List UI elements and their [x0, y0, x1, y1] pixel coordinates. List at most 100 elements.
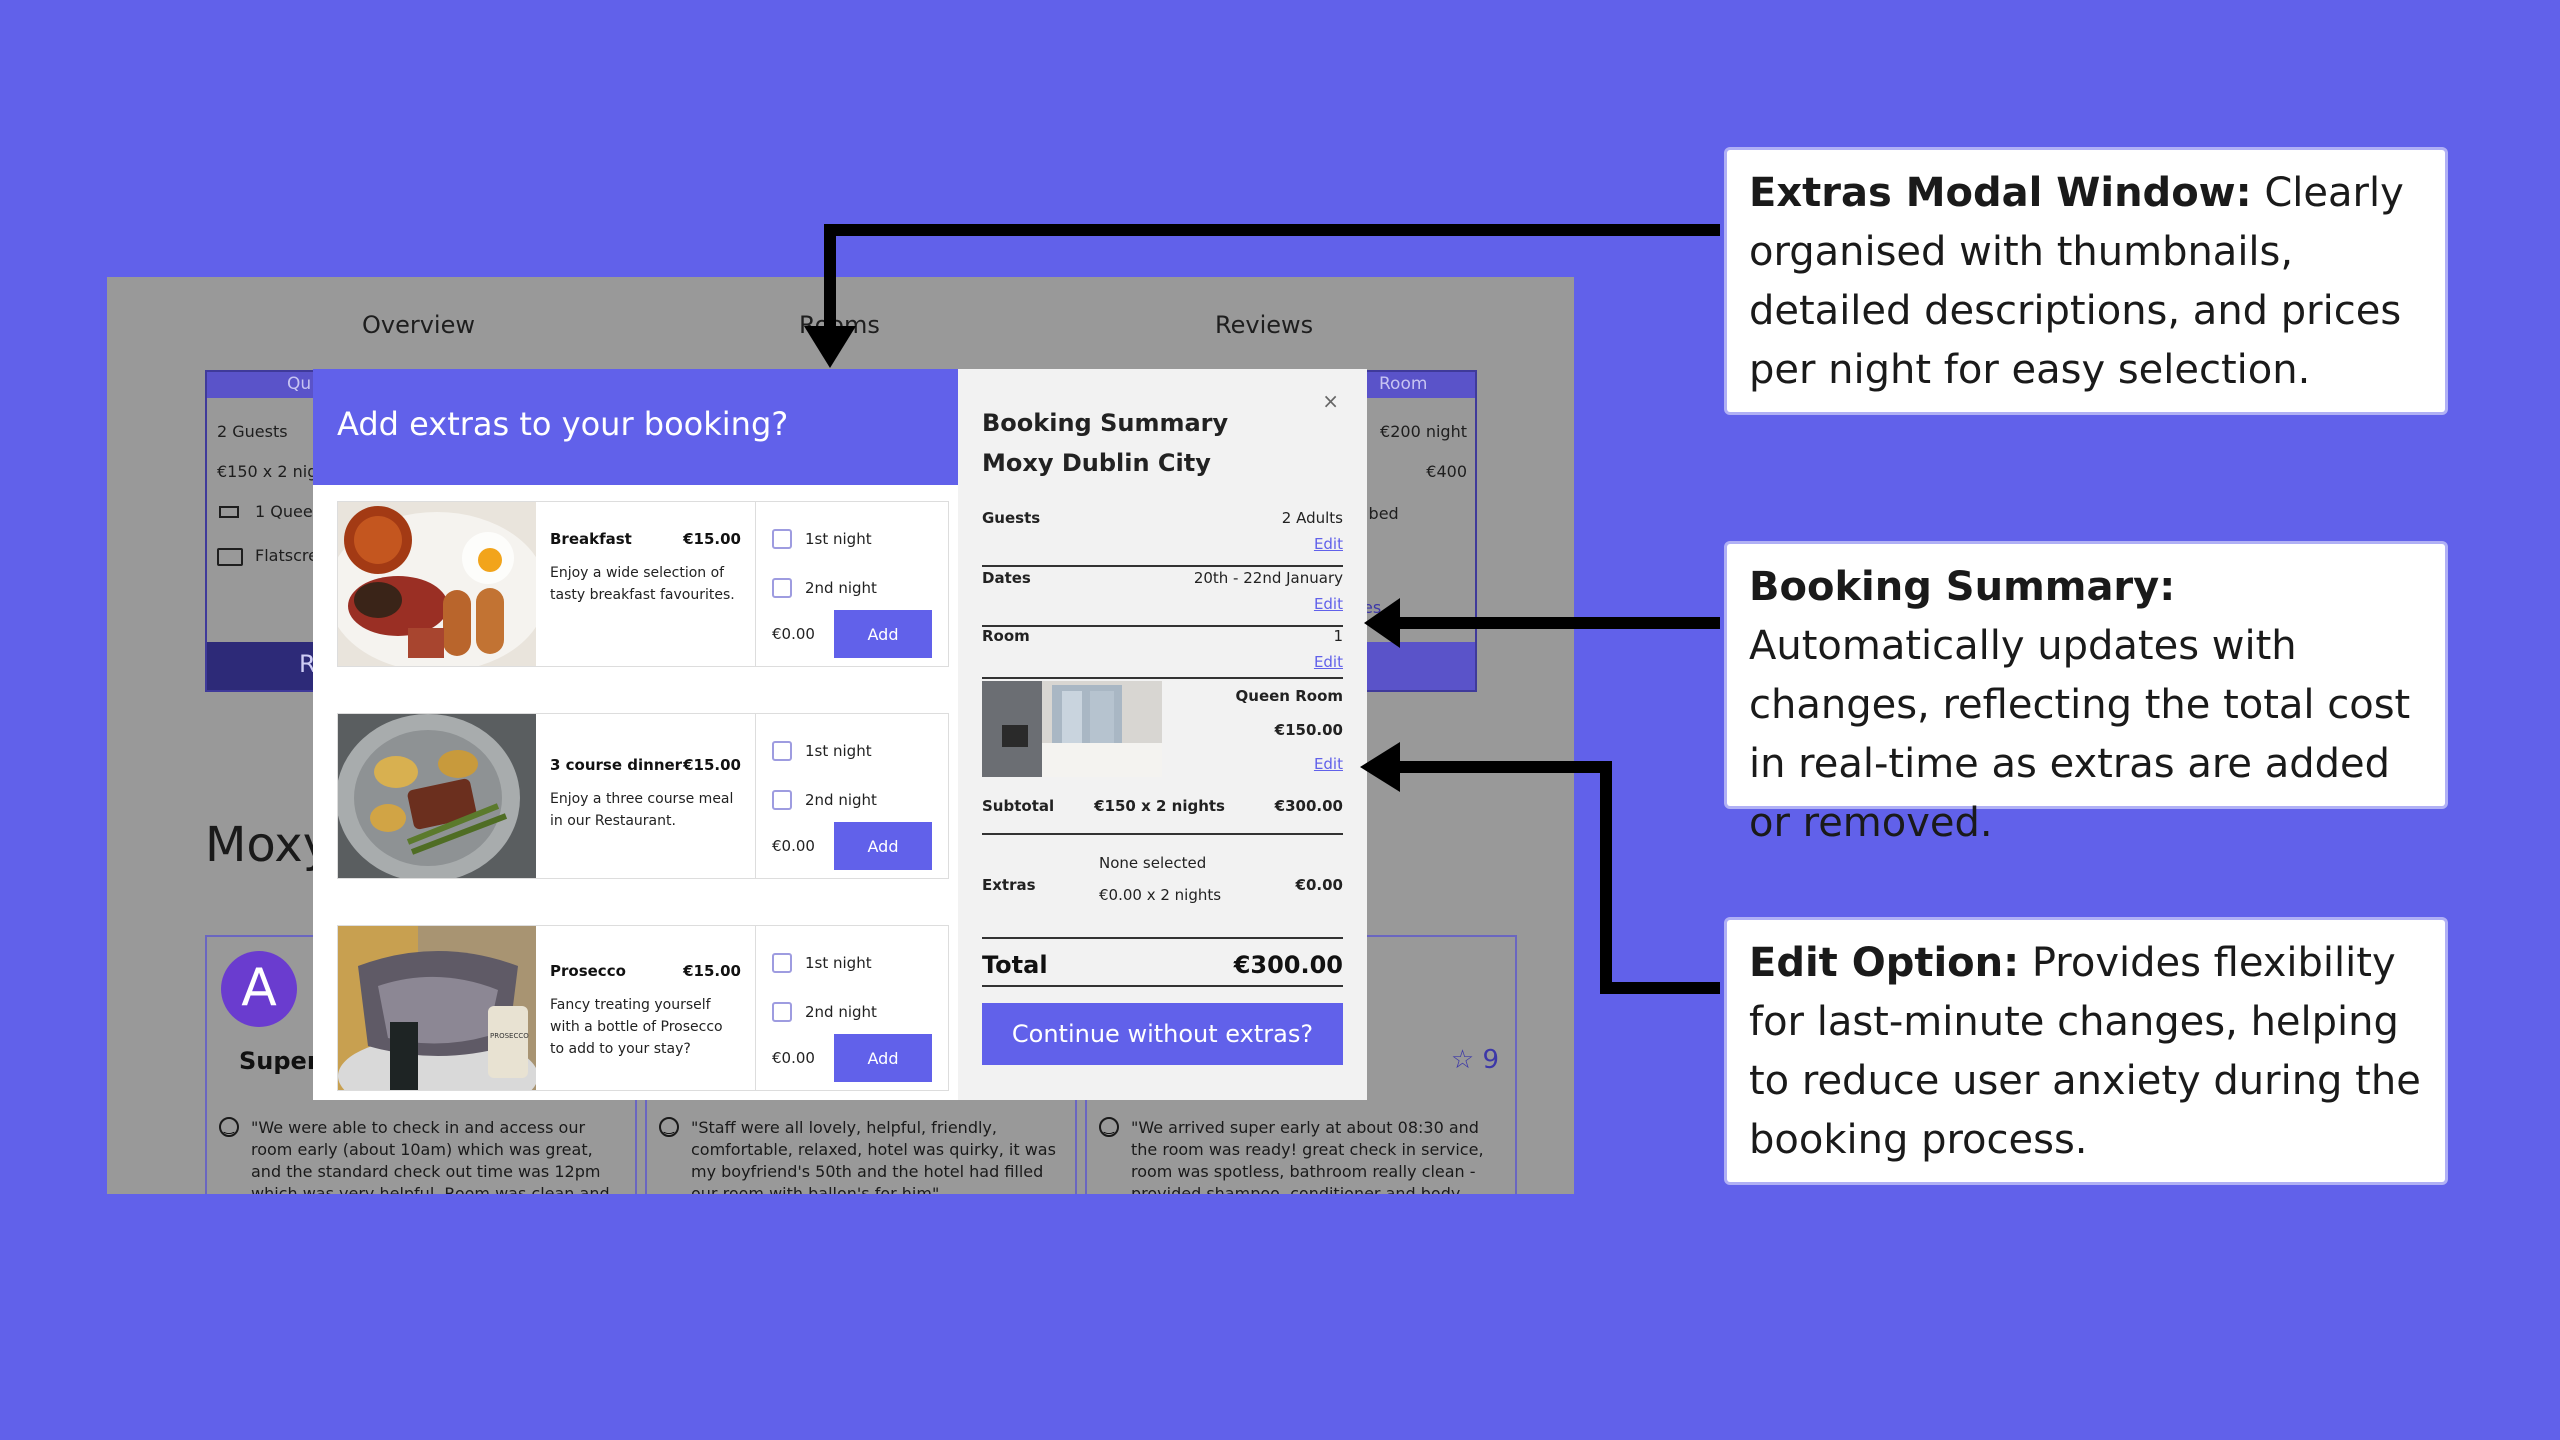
room-name: Queen Room — [1235, 687, 1343, 705]
tab-reviews[interactable]: Reviews — [1215, 311, 1313, 339]
checkbox-icon[interactable] — [772, 741, 792, 761]
summary-label: Guests — [982, 509, 1041, 527]
checkbox-label: 2nd night — [805, 1003, 877, 1021]
checkbox-label: 1st night — [805, 742, 872, 760]
summary-row-dates: Dates 20th - 22nd January Edit — [982, 569, 1343, 627]
booking-summary: × Booking Summary Moxy Dublin City Guest… — [958, 369, 1367, 1100]
add-dinner-button[interactable]: Add — [834, 822, 932, 870]
extra-item-dinner: 3 course dinner €15.00 Enjoy a three cou… — [337, 713, 949, 879]
checkbox-label: 2nd night — [805, 579, 877, 597]
edit-guests-link[interactable]: Edit — [1314, 535, 1343, 553]
checkbox-icon[interactable] — [772, 578, 792, 598]
summary-row-subtotal: Subtotal €150 x 2 nights €300.00 — [982, 797, 1343, 835]
checkbox-icon[interactable] — [772, 953, 792, 973]
review-text: "We were able to check in and access our… — [251, 1118, 610, 1194]
summary-value: 20th - 22nd January — [1193, 569, 1343, 587]
smile-icon: ‿ — [659, 1117, 679, 1137]
summary-title: Booking Summary — [982, 409, 1229, 437]
extras-calc: €0.00 x 2 nights — [1099, 886, 1222, 904]
smile-icon: ‿ — [219, 1117, 239, 1137]
checkbox-icon[interactable] — [772, 790, 792, 810]
room-price: €150.00 — [1274, 721, 1343, 739]
prosecco-image: PROSECCO — [338, 926, 536, 1090]
checkbox-icon[interactable] — [772, 529, 792, 549]
summary-hotel: Moxy Dublin City — [982, 449, 1211, 477]
extra-description: Enjoy a three course meal in our Restaur… — [550, 791, 734, 829]
edit-room-type-link[interactable]: Edit — [1314, 755, 1343, 773]
room-night-price: €200 night — [1380, 422, 1467, 441]
edit-room-link[interactable]: Edit — [1314, 653, 1343, 671]
extra-item-breakfast: Breakfast €15.00 Enjoy a wide selection … — [337, 501, 949, 667]
extra-amount: €0.00 — [772, 837, 815, 855]
summary-value: 2 Adults — [1281, 509, 1343, 527]
checkbox-icon[interactable] — [772, 1002, 792, 1022]
extra-info: 3 course dinner €15.00 Enjoy a three cou… — [536, 714, 756, 878]
add-prosecco-button[interactable]: Add — [834, 1034, 932, 1082]
extra-options: 1st night 2nd night €0.00 Add — [756, 502, 948, 666]
tv-icon — [217, 548, 243, 566]
dinner-thumbnail — [338, 714, 536, 878]
checkbox-label: 1st night — [805, 954, 872, 972]
summary-label: Extras — [982, 876, 1036, 894]
add-breakfast-button[interactable]: Add — [834, 610, 932, 658]
checkbox-label: 1st night — [805, 530, 872, 548]
extra-description: Fancy treating yourself with a bottle of… — [550, 997, 723, 1057]
edit-dates-link[interactable]: Edit — [1314, 595, 1343, 613]
extra-item-prosecco: PROSECCO Prosecco €15.00 Fancy treating … — [337, 925, 949, 1091]
night-checkbox-2[interactable]: 2nd night — [772, 573, 932, 603]
breakfast-thumbnail — [338, 502, 536, 666]
bed-icon — [219, 506, 239, 518]
summary-room-detail: Queen Room €150.00 Edit — [982, 679, 1343, 779]
continue-without-extras-button[interactable]: Continue without extras? — [982, 1003, 1343, 1065]
annotation-heading: Extras Modal Window: — [1749, 170, 2252, 216]
summary-total: Total €300.00 — [982, 937, 1343, 987]
room-guests: 2 Guests — [217, 422, 288, 441]
extra-amount: €0.00 — [772, 625, 815, 643]
review-text: "Staff were all lovely, helpful, friendl… — [691, 1118, 1056, 1194]
summary-value: 1 — [1333, 627, 1343, 645]
summary-row-room: Room 1 Edit — [982, 627, 1343, 679]
night-checkbox-2[interactable]: 2nd night — [772, 997, 932, 1027]
annotation-text: Automatically updates with changes, refl… — [1749, 623, 2411, 846]
night-checkbox-1[interactable]: 1st night — [772, 736, 932, 766]
annotation-booking-summary: Booking Summary: Automatically updates w… — [1727, 544, 2445, 846]
extra-description: Enjoy a wide selection of tasty breakfas… — [550, 565, 735, 603]
extra-info: Breakfast €15.00 Enjoy a wide selection … — [536, 502, 756, 666]
night-checkbox-2[interactable]: 2nd night — [772, 785, 932, 815]
total-label: Total — [982, 951, 1048, 979]
close-icon[interactable]: × — [1322, 389, 1339, 413]
annotation-heading: Booking Summary: — [1749, 564, 2176, 610]
extra-price: €15.00 — [683, 756, 741, 774]
avatar: A — [221, 951, 297, 1027]
review-score: ☆ 9 — [1451, 1045, 1499, 1075]
subtotal-value: €300.00 — [1274, 797, 1343, 815]
total-value: €300.00 — [1233, 951, 1343, 979]
room-tv: Flatscre — [255, 546, 318, 565]
smile-icon: ‿ — [1099, 1117, 1119, 1137]
extra-options: 1st night 2nd night €0.00 Add — [756, 714, 948, 878]
room-price: €150 x 2 nigh — [217, 462, 328, 481]
tab-overview[interactable]: Overview — [362, 311, 475, 339]
night-checkbox-1[interactable]: 1st night — [772, 524, 932, 554]
summary-label: Room — [982, 627, 1030, 645]
review-text: "We arrived super early at about 08:30 a… — [1131, 1118, 1484, 1194]
annotation-edit-option: Edit Option: Provides flexibility for la… — [1727, 920, 2445, 1182]
extra-info: Prosecco €15.00 Fancy treating yourself … — [536, 926, 756, 1090]
extra-amount: €0.00 — [772, 1049, 815, 1067]
review-score-value: 9 — [1482, 1045, 1499, 1075]
night-checkbox-1[interactable]: 1st night — [772, 948, 932, 978]
annotation-extras-modal: Extras Modal Window: Clearly organised w… — [1727, 150, 2445, 412]
prosecco-thumbnail: PROSECCO — [338, 926, 536, 1090]
extras-value: €0.00 — [1295, 876, 1343, 894]
subtotal-calc: €150 x 2 nights — [1094, 797, 1225, 815]
room-total: €400 — [1426, 462, 1467, 481]
extra-price: €15.00 — [683, 962, 741, 980]
checkbox-label: 2nd night — [805, 791, 877, 809]
tab-rooms[interactable]: Rooms — [799, 311, 880, 339]
bottle-label: PROSECCO — [490, 1032, 529, 1040]
extras-selected: None selected — [1099, 854, 1207, 872]
extra-price: €15.00 — [683, 530, 741, 548]
extra-options: 1st night 2nd night €0.00 Add — [756, 926, 948, 1090]
star-icon: ☆ — [1450, 1045, 1483, 1075]
dinner-image — [338, 714, 536, 878]
